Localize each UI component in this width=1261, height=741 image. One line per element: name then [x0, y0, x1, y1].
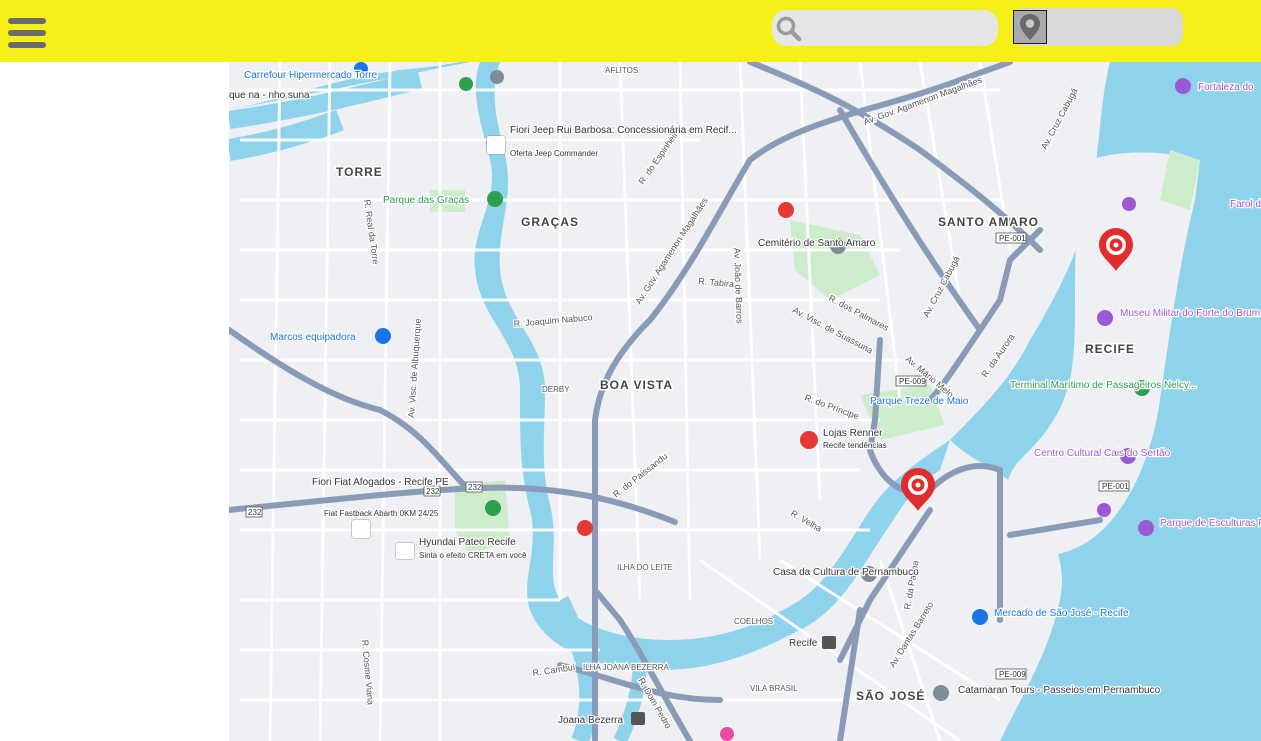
poi-label: que na - nho suna	[229, 90, 310, 101]
poi-label[interactable]: Hyundai Pateo Recife	[418, 536, 518, 550]
museum-icon[interactable]	[1122, 197, 1136, 211]
poi-sublabel: Recife tendências	[823, 441, 887, 450]
neighborhood-label: ILHA JOANA BEZERRA	[583, 663, 669, 672]
search-icon	[776, 16, 802, 42]
poi-label[interactable]: Recife	[788, 637, 819, 651]
poi-label[interactable]: Centro Cultural Cais do Sertão	[1033, 447, 1172, 461]
poi-sublabel: Fiat Fastback Abarth 0KM 24/25	[324, 509, 439, 518]
hotel-icon[interactable]	[720, 727, 734, 741]
poi-label[interactable]: Catamaran Tours - Passeios em Pernambuco	[957, 684, 1162, 698]
poi-label[interactable]: Farol d	[1229, 198, 1261, 212]
route-shield: PE-001	[1102, 482, 1129, 491]
sculpture-park-icon[interactable]	[1138, 520, 1154, 536]
poi-label[interactable]: Carrefour Hipermercado Torre	[243, 69, 379, 83]
map-pin-icon	[1013, 10, 1047, 44]
store-icon[interactable]	[800, 431, 818, 449]
poi-label[interactable]: Fortaleza do	[1197, 81, 1256, 95]
route-shield: PE-001	[999, 234, 1026, 243]
poi-label[interactable]: Parque Treze de Maio	[869, 395, 970, 409]
hamburger-menu-icon[interactable]	[8, 18, 46, 54]
neighborhood-label: TORRE	[336, 165, 383, 179]
jeep-logo-icon[interactable]	[486, 135, 506, 155]
poi-label[interactable]: Lojas Renner	[822, 427, 885, 441]
poi-label[interactable]: Casa da Cultura de Pernambuco	[772, 566, 921, 580]
poi-label[interactable]: Fiori Jeep Rui Barbosa: Concessionária e…	[509, 124, 738, 138]
hyundai-logo-icon[interactable]	[395, 542, 415, 560]
neighborhood-label: RECIFE	[1085, 342, 1135, 356]
route-shield: 232	[468, 483, 482, 492]
poi-label[interactable]: Fiori Fiat Afogados - Recife PE	[311, 476, 451, 490]
museum-icon[interactable]	[1097, 310, 1113, 326]
location-button[interactable]	[1012, 8, 1183, 46]
hospital-icon[interactable]	[577, 520, 593, 536]
poi-label[interactable]: Parque de Esculturas Francisco Brennand	[1159, 517, 1261, 531]
hospital-icon[interactable]	[778, 202, 794, 218]
poi-label[interactable]: Terminal Marítimo de Passageiros Nelcy..…	[1009, 379, 1198, 393]
neighborhood-label: VILA BRASIL	[750, 684, 798, 693]
route-shield: 232	[426, 487, 440, 496]
neighborhood-label: COELHOS	[734, 617, 773, 626]
park-icon[interactable]	[459, 77, 473, 91]
school-icon[interactable]	[490, 70, 504, 84]
neighborhood-label: DERBY	[542, 385, 570, 394]
metro-icon[interactable]	[631, 712, 645, 725]
poi-label[interactable]: Parque das Graças	[382, 194, 471, 208]
shopping-icon[interactable]	[375, 328, 391, 344]
shopping-icon[interactable]	[972, 609, 988, 625]
neighborhood-label: ILHA DO LEITE	[617, 563, 673, 572]
park-icon[interactable]	[487, 191, 503, 207]
route-shield: 232	[248, 508, 262, 517]
map-view[interactable]: PE-001 PE-009 PE-001 PE-009 232 232 232 …	[229, 62, 1261, 741]
poi-label[interactable]: Marcos equipadora	[269, 331, 358, 345]
park-icon[interactable]	[485, 500, 501, 516]
poi-sublabel: Oferta Jeep Commander	[510, 149, 598, 158]
top-bar	[0, 0, 1261, 62]
route-shield: PE-009	[899, 377, 926, 386]
search-box[interactable]	[772, 10, 998, 46]
neighborhood-label: BOA VISTA	[600, 378, 673, 392]
search-input[interactable]	[808, 16, 992, 42]
museum-icon[interactable]	[1097, 503, 1111, 517]
neighborhood-label: SÃO JOSÉ	[856, 688, 925, 703]
poi-label[interactable]: Mercado de São José - Recife	[993, 607, 1130, 621]
neighborhood-label: AFLITOS	[605, 66, 638, 75]
poi-label[interactable]: Cemitério de Santo Amaro	[757, 237, 877, 251]
route-shield: PE-009	[999, 670, 1026, 679]
fiat-logo-icon[interactable]	[351, 519, 371, 539]
poi-sublabel: Sinta o efeito CRETA em você	[419, 551, 527, 560]
museum-icon[interactable]	[1175, 78, 1191, 94]
metro-icon[interactable]	[822, 636, 836, 649]
poi-label[interactable]: Museu Militar do Forte do Brum	[1119, 307, 1261, 321]
poi-label[interactable]: Joana Bezerra	[557, 714, 625, 728]
neighborhood-label: SANTO AMARO	[938, 215, 1039, 229]
tour-icon[interactable]	[933, 685, 949, 701]
neighborhood-label: GRAÇAS	[521, 215, 579, 229]
